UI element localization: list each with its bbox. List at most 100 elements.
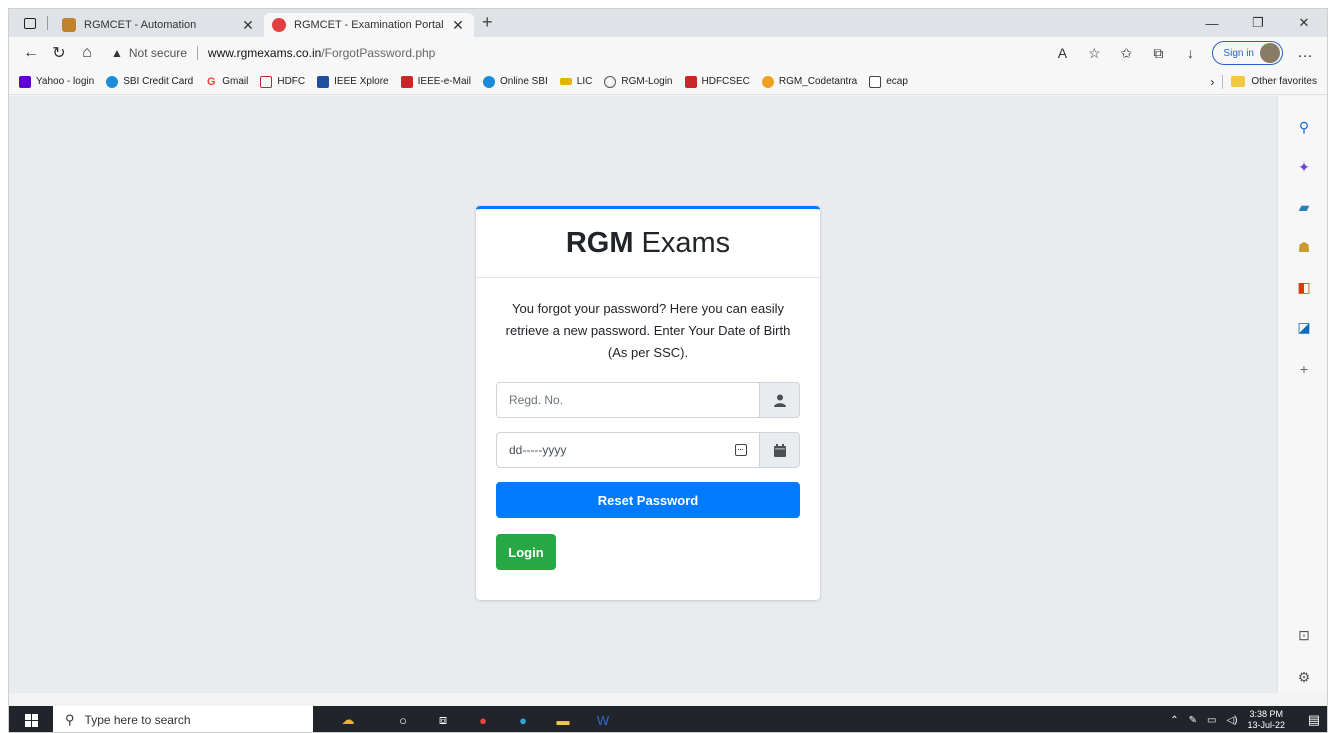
close-window-icon[interactable]: ✕ [1281,9,1327,37]
regd-no-input[interactable]: Regd. No. [496,382,760,418]
search-icon: ⚲ [65,712,75,727]
dob-input[interactable]: dd-----yyyy [496,432,760,468]
taskbar-search[interactable]: ⚲ Type here to search [53,706,313,732]
collections-icon[interactable]: ⧉ [1144,39,1172,67]
downloads-icon[interactable]: ↓ [1176,39,1204,67]
back-icon[interactable]: ← [17,39,45,67]
restore-icon[interactable]: ❐ [1235,9,1281,37]
user-icon [760,382,800,418]
people-icon[interactable]: ☗ [1295,238,1313,256]
bookmark-ecap[interactable]: ecap [869,75,908,88]
bookmark-gmail[interactable]: G Gmail [205,76,248,88]
minimize-icon[interactable]: — [1189,9,1235,37]
regd-no-group: Regd. No. [496,382,800,418]
tools-icon[interactable]: ▰ [1295,198,1313,216]
chevron-up-icon[interactable]: ⌃ [1170,715,1178,726]
read-aloud-icon[interactable]: A [1048,39,1076,67]
folder-icon [1231,76,1246,87]
pen-icon[interactable]: ✎ [1189,715,1197,726]
hdfc-icon [260,75,273,88]
date-picker-icon[interactable] [735,444,747,456]
instruction-text: You forgot your password? Here you can e… [505,301,791,360]
rgmcet-favicon-icon [62,18,76,32]
avatar [1260,43,1280,63]
security-label: Not secure [128,46,187,60]
tab-automation[interactable]: RGMCET - Automation ✕ [54,13,264,37]
clock-date: 13-Jul-22 [1247,720,1285,730]
home-icon[interactable]: ⌂ [73,39,101,67]
edge-sidebar: ⚲ ✦ ▰ ☗ ◧ ◪ + ⊡ ⚙ [1277,96,1327,693]
rgm-icon [604,75,617,88]
weather-icon[interactable]: ☁ [313,706,383,732]
close-tab-icon[interactable]: ✕ [240,17,256,34]
sign-in-button[interactable]: Sign in [1212,41,1283,65]
hide-sidebar-icon[interactable]: ⊡ [1295,626,1313,644]
close-tab-icon[interactable]: ✕ [450,17,466,34]
bookmark-label: HDFC [277,76,306,87]
tab-title: RGMCET - Examination Portal [294,19,444,31]
search-icon[interactable]: ⚲ [1295,118,1313,136]
url-text: www.rgmexams.co.in/ForgotPassword.php [208,46,435,60]
bookmark-label: HDFCSEC [701,76,750,87]
word-icon[interactable]: W [583,706,623,732]
more-icon[interactable]: … [1291,39,1319,67]
card-header: RGM Exams [476,209,820,278]
tab-strip: RGMCET - Automation ✕ RGMCET - Examinati… [9,9,1327,37]
system-tray: ⌃ ✎ ▭ ◁) 3:38 PM 13-Jul-22 ▤ [1170,706,1327,732]
clock[interactable]: 3:38 PM 13-Jul-22 [1247,709,1285,731]
bookmark-label: LIC [576,76,593,87]
bookmark-online-sbi[interactable]: Online SBI [482,75,548,88]
bookmark-sbi-credit-card[interactable]: SBI Credit Card [106,75,193,88]
discover-icon[interactable]: ✦ [1295,158,1313,176]
google-icon: G [206,75,216,88]
regd-no-placeholder: Regd. No. [509,393,564,407]
window-controls: — ❐ ✕ [1189,9,1327,37]
bookmark-hdfcsec[interactable]: HDFCSEC [684,75,750,88]
browser-toolbar: ← ↻ ⌂ ▲ Not secure www.rgmexams.co.in/Fo… [9,37,1327,69]
bookmark-lic[interactable]: LIC [559,76,593,87]
network-icon[interactable]: ▭ [1207,715,1216,726]
bookmark-hdfc[interactable]: HDFC [260,75,306,88]
divider [196,46,198,60]
windows-start-icon[interactable] [9,706,53,732]
cortana-icon[interactable]: ○ [383,706,423,732]
login-button[interactable]: Login [496,534,556,570]
address-bar[interactable]: ▲ Not secure www.rgmexams.co.in/ForgotPa… [111,46,1048,60]
file-explorer-icon[interactable]: ▬ [543,706,583,732]
bookmark-label: Gmail [222,76,249,87]
edge-icon[interactable]: ● [503,706,543,732]
bookmark-label: RGM-Login [621,76,673,87]
bookmark-rgm-codetantra[interactable]: RGM_Codetantra [761,75,857,88]
add-icon[interactable]: + [1295,360,1313,378]
notifications-icon[interactable]: ▤ [1299,706,1327,732]
bookmark-ieee-xplore[interactable]: IEEE Xplore [317,75,389,88]
chrome-icon[interactable]: ● [463,706,503,732]
add-favorite-icon[interactable]: ☆ [1080,39,1108,67]
portal-favicon-icon [272,18,286,32]
chevron-right-icon[interactable]: › [1210,75,1214,89]
bookmark-yahoo[interactable]: Yahoo - login [19,75,94,88]
settings-icon[interactable]: ⚙ [1295,668,1313,686]
divider [1222,74,1224,89]
new-tab-icon[interactable]: + [482,12,493,33]
tab-examination-portal[interactable]: RGMCET - Examination Portal ✕ [264,13,474,37]
reset-password-button[interactable]: Reset Password [496,482,800,518]
office-icon[interactable]: ◧ [1295,278,1313,296]
bookmark-label: IEEE Xplore [334,76,389,87]
brand-rest: Exams [641,226,731,259]
bookmark-rgm-login[interactable]: RGM-Login [604,75,673,88]
bookmark-label: IEEE-e-Mail [417,76,471,87]
clock-time: 3:38 PM [1249,709,1283,719]
favorites-bar: Yahoo - login SBI Credit Card G Gmail HDF… [9,69,1327,95]
bookmark-ieee-email[interactable]: IEEE-e-Mail [400,75,471,88]
forgot-password-card: RGM Exams You forgot your password? Here… [476,206,820,600]
tab-actions-icon[interactable] [19,12,41,34]
toolbar-icons: A ☆ ✩ ⧉ ↓ [1048,39,1204,67]
favorites-icon[interactable]: ✩ [1112,39,1140,67]
volume-icon[interactable]: ◁) [1226,715,1237,726]
outlook-icon[interactable]: ◪ [1295,318,1313,336]
url-host: www.rgmexams.co.in [207,46,322,60]
task-view-icon[interactable]: ⧈ [423,706,463,732]
other-favorites[interactable]: Other favorites [1251,76,1317,87]
refresh-icon[interactable]: ↻ [45,39,73,67]
